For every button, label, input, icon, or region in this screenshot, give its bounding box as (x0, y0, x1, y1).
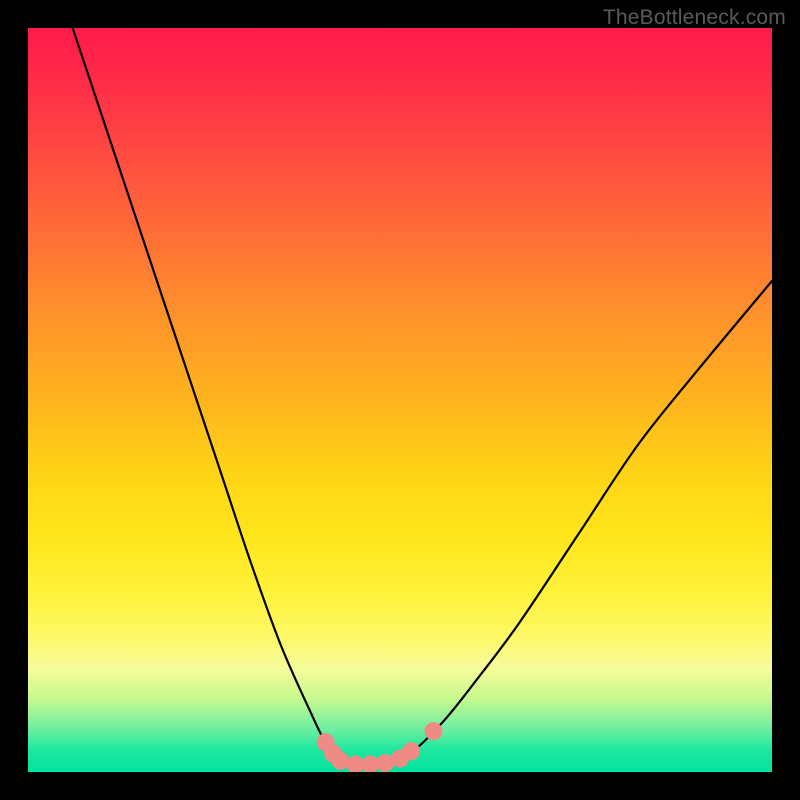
marker-flat-3 (376, 754, 394, 772)
watermark-text: TheBottleneck.com (603, 6, 786, 30)
marker-left-top (317, 733, 335, 751)
marker-flat-1 (346, 756, 364, 772)
marker-flat-2 (361, 756, 379, 772)
bottleneck-curve-layer (28, 28, 772, 772)
marker-right-mid (402, 742, 420, 760)
marker-left-bot (331, 752, 349, 770)
marker-left-mid (324, 744, 342, 762)
marker-flat-4 (391, 750, 409, 768)
plot-area (28, 28, 772, 772)
marker-group (317, 722, 443, 772)
bottleneck-curve (73, 28, 772, 765)
chart-frame: TheBottleneck.com (0, 0, 800, 800)
marker-right-gap (424, 722, 442, 740)
